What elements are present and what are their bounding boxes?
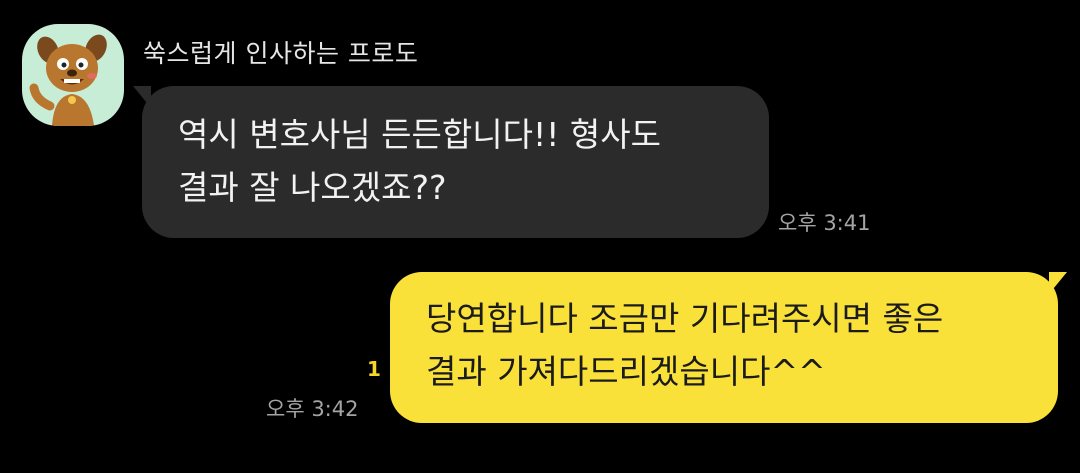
message-text-line: 역시 변호사님 든든합니다!! 형사도 <box>178 115 661 154</box>
unread-count-badge: 1 <box>367 357 381 381</box>
outgoing-message-time: 오후 3:42 <box>266 397 359 421</box>
sender-avatar[interactable] <box>22 24 124 126</box>
incoming-message-time: 오후 3:41 <box>778 211 871 235</box>
sender-name: 쑥스럽게 인사하는 프로도 <box>143 39 419 68</box>
frodo-dog-avatar-icon <box>29 34 107 126</box>
incoming-message-bubble[interactable]: 역시 변호사님 든든합니다!! 형사도 결과 잘 나오겠죠?? <box>142 86 769 238</box>
outgoing-message-bubble[interactable]: 당연합니다 조금만 기다려주시면 좋은 결과 가져다드리겠습니다^^ <box>390 272 1058 423</box>
message-text-line: 결과 잘 나오겠죠?? <box>178 168 447 207</box>
message-text-line: 당연합니다 조금만 기다려주시면 좋은 <box>426 299 944 338</box>
message-text-line: 결과 가져다드리겠습니다^^ <box>426 352 826 391</box>
